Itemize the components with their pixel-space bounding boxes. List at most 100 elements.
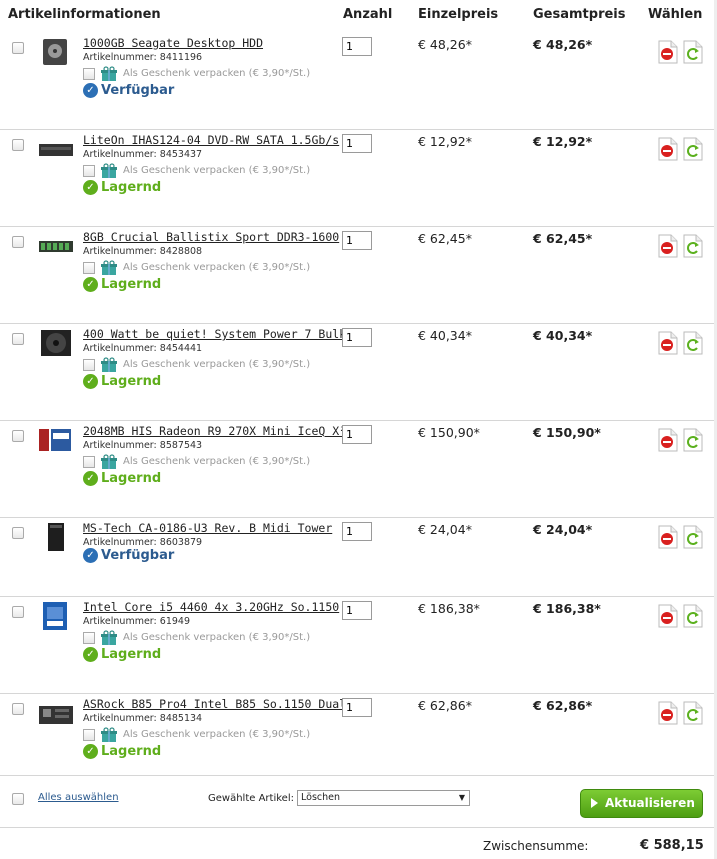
move-to-wishlist-icon[interactable]: [683, 701, 703, 725]
dvd-drive-icon[interactable]: [37, 134, 75, 164]
quantity-input[interactable]: [342, 134, 372, 153]
tower-case-icon[interactable]: [37, 522, 75, 552]
row-select-checkbox[interactable]: [12, 606, 24, 618]
availability-text: Lagernd: [101, 180, 162, 195]
checkmark-icon: ✓: [83, 277, 98, 292]
gift-wrap-label: Als Geschenk verpacken (€ 3,90*/St.): [123, 632, 311, 643]
gift-wrap-option[interactable]: Als Geschenk verpacken (€ 3,90*/St.): [83, 66, 310, 82]
delete-icon[interactable]: [658, 428, 678, 452]
gift-wrap-option[interactable]: Als Geschenk verpacken (€ 3,90*/St.): [83, 260, 310, 276]
row-select-checkbox[interactable]: [12, 139, 24, 151]
unit-price: € 62,45*: [418, 231, 472, 246]
quantity-input[interactable]: [342, 37, 372, 56]
gift-wrap-checkbox[interactable]: [83, 67, 95, 80]
delete-icon[interactable]: [658, 234, 678, 258]
quantity-input[interactable]: [342, 522, 372, 541]
subtotal-value: € 588,15: [640, 838, 704, 853]
product-title-link[interactable]: 2048MB HIS Radeon R9 270X Mini IceQ X²: [83, 424, 346, 438]
unit-price: € 40,34*: [418, 328, 472, 343]
header-article-info: Artikelinformationen: [8, 7, 161, 22]
row-select-checkbox[interactable]: [12, 430, 24, 442]
delete-icon[interactable]: [658, 525, 678, 549]
quantity-input[interactable]: [342, 698, 372, 717]
checkmark-icon: ✓: [83, 374, 98, 389]
move-to-wishlist-icon[interactable]: [683, 525, 703, 549]
row-select-checkbox[interactable]: [12, 42, 24, 54]
cart-row: 400 Watt be quiet! System Power 7 Bulk A…: [0, 324, 717, 421]
move-to-wishlist-icon[interactable]: [683, 40, 703, 64]
availability-status: ✓ Verfügbar: [83, 83, 174, 98]
header-total-price: Gesamtpreis: [533, 7, 626, 22]
availability-status: ✓ Lagernd: [83, 180, 161, 195]
availability-text: Lagernd: [101, 277, 162, 292]
availability-status: ✓ Lagernd: [83, 374, 161, 389]
select-all-link[interactable]: Alles auswählen: [38, 792, 119, 803]
product-title-link[interactable]: 400 Watt be quiet! System Power 7 Bulk: [83, 327, 346, 341]
gift-wrap-checkbox[interactable]: [83, 261, 95, 274]
move-to-wishlist-icon[interactable]: [683, 137, 703, 161]
row-select-checkbox[interactable]: [12, 236, 24, 248]
gift-wrap-checkbox[interactable]: [83, 631, 95, 644]
gift-wrap-option[interactable]: Als Geschenk verpacken (€ 3,90*/St.): [83, 357, 310, 373]
move-to-wishlist-icon[interactable]: [683, 234, 703, 258]
product-title-link[interactable]: MS-Tech CA-0186-U3 Rev. B Midi Tower: [83, 521, 332, 535]
delete-icon[interactable]: [658, 604, 678, 628]
delete-icon[interactable]: [658, 331, 678, 355]
product-title-link[interactable]: LiteOn IHAS124-04 DVD-RW SATA 1.5Gb/s: [83, 133, 339, 147]
cart-row: ASRock B85 Pro4 Intel B85 So.1150 Dual A…: [0, 694, 717, 776]
quantity-input[interactable]: [342, 328, 372, 347]
select-all-checkbox[interactable]: [12, 793, 24, 805]
cart-row: LiteOn IHAS124-04 DVD-RW SATA 1.5Gb/s Ar…: [0, 130, 717, 227]
availability-text: Lagernd: [101, 744, 162, 759]
gift-wrap-option[interactable]: Als Geschenk verpacken (€ 3,90*/St.): [83, 163, 310, 179]
cart-row: Intel Core i5 4460 4x 3.20GHz So.1150 Ar…: [0, 597, 717, 694]
move-to-wishlist-icon[interactable]: [683, 428, 703, 452]
selected-items-action-select[interactable]: Löschen ▼: [297, 790, 470, 806]
checkmark-icon: ✓: [83, 647, 98, 662]
row-select-checkbox[interactable]: [12, 333, 24, 345]
total-price: € 24,04*: [533, 522, 593, 537]
cart-row: 1000GB Seagate Desktop HDD Artikelnummer…: [0, 33, 717, 130]
availability-status: ✓ Verfügbar: [83, 548, 174, 563]
subtotal: Zwischensumme: € 588,15: [0, 829, 717, 859]
psu-icon[interactable]: [37, 328, 75, 358]
delete-icon[interactable]: [658, 701, 678, 725]
gift-wrap-label: Als Geschenk verpacken (€ 3,90*/St.): [123, 359, 311, 370]
product-title-link[interactable]: 8GB Crucial Ballistix Sport DDR3-1600: [83, 230, 339, 244]
gift-wrap-option[interactable]: Als Geschenk verpacken (€ 3,90*/St.): [83, 630, 310, 646]
gift-wrap-checkbox[interactable]: [83, 455, 95, 468]
cart-row: 8GB Crucial Ballistix Sport DDR3-1600 Ar…: [0, 227, 717, 324]
ram-icon[interactable]: [37, 231, 75, 261]
gift-wrap-checkbox[interactable]: [83, 728, 95, 741]
update-button[interactable]: Aktualisieren: [580, 789, 703, 818]
product-title-link[interactable]: 1000GB Seagate Desktop HDD: [83, 36, 263, 50]
checkmark-icon: ✓: [83, 471, 98, 486]
gift-wrap-checkbox[interactable]: [83, 358, 95, 371]
delete-icon[interactable]: [658, 40, 678, 64]
total-price: € 48,26*: [533, 37, 593, 52]
hdd-icon[interactable]: [37, 37, 75, 67]
row-select-checkbox[interactable]: [12, 703, 24, 715]
quantity-input[interactable]: [342, 601, 372, 620]
quantity-input[interactable]: [342, 425, 372, 444]
cpu-box-icon[interactable]: [37, 601, 75, 631]
gift-icon: [100, 163, 117, 178]
product-title-link[interactable]: Intel Core i5 4460 4x 3.20GHz So.1150: [83, 600, 339, 614]
quantity-input[interactable]: [342, 231, 372, 250]
gift-wrap-checkbox[interactable]: [83, 164, 95, 177]
mainboard-icon[interactable]: [37, 698, 75, 728]
gift-wrap-option[interactable]: Als Geschenk verpacken (€ 3,90*/St.): [83, 454, 310, 470]
gift-wrap-option[interactable]: Als Geschenk verpacken (€ 3,90*/St.): [83, 727, 310, 743]
delete-icon[interactable]: [658, 137, 678, 161]
article-number: Artikelnummer: 8485134: [83, 713, 203, 724]
availability-text: Lagernd: [101, 647, 162, 662]
gift-wrap-label: Als Geschenk verpacken (€ 3,90*/St.): [123, 68, 311, 79]
move-to-wishlist-icon[interactable]: [683, 604, 703, 628]
row-select-checkbox[interactable]: [12, 527, 24, 539]
gpu-icon[interactable]: [37, 425, 75, 455]
unit-price: € 12,92*: [418, 134, 472, 149]
move-to-wishlist-icon[interactable]: [683, 331, 703, 355]
play-arrow-icon: [591, 798, 598, 808]
gift-icon: [100, 260, 117, 275]
product-title-link[interactable]: ASRock B85 Pro4 Intel B85 So.1150 Dual: [83, 697, 346, 711]
